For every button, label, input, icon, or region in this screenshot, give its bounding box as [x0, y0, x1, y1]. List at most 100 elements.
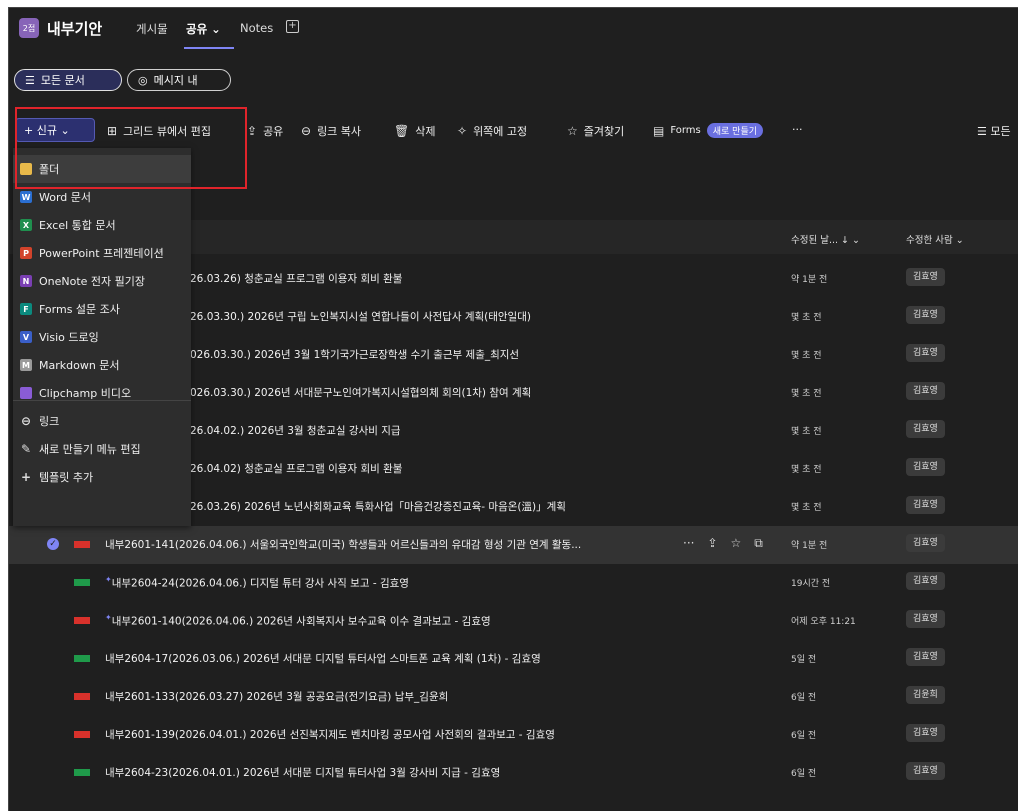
menu-item-markdown[interactable]: M Markdown 문서: [13, 351, 191, 379]
file-name[interactable]: 026.03.30.) 2026년 3월 1학기국가근로장학생 수기 출근부 제…: [190, 347, 519, 362]
file-name[interactable]: 26.04.02.) 2026년 3월 청춘교실 강사비 지급: [190, 423, 401, 438]
file-name-text: 내부2601-139(2026.04.01.) 2026년 선진복지제도 벤치마…: [105, 729, 555, 741]
file-type-icon: [74, 655, 90, 662]
share-label: 공유: [263, 125, 284, 138]
tab-posts[interactable]: 게시물: [136, 21, 168, 37]
file-name[interactable]: 26.03.26) 2026년 노년사회화교육 특화사업「마음건강증진교육- 마…: [190, 499, 566, 514]
modified-by-badge[interactable]: 김효영: [906, 344, 945, 362]
table-row[interactable]: ✦내부2601-140(2026.04.06.) 2026년 사회복지사 보수교…: [9, 602, 1018, 640]
menu-item-label: Visio 드로잉: [39, 331, 99, 344]
modified-by-badge[interactable]: 김효영: [906, 458, 945, 476]
more-icon[interactable]: ···: [683, 536, 694, 550]
file-name[interactable]: 26.03.30.) 2026년 구립 노인복지시설 연합나들이 사전답사 계획…: [190, 309, 531, 324]
tab-shared[interactable]: 공유 ⌄: [186, 21, 221, 37]
link-icon: ⊖: [301, 124, 312, 138]
table-row[interactable]: 내부2601-133(2026.03.27) 2026년 3월 공공요금(전기요…: [9, 678, 1018, 716]
link-icon: ⊖: [20, 414, 32, 428]
file-type-icon: [74, 693, 90, 700]
file-name-text: 26.04.02) 청춘교실 프로그램 이용자 회비 환불: [190, 463, 403, 475]
menu-item-link[interactable]: ⊖ 링크: [13, 407, 191, 435]
new-badge: 새로 만들기: [706, 123, 764, 138]
copy-link-button[interactable]: ⊖ 링크 복사: [301, 123, 361, 139]
more-button[interactable]: ···: [792, 123, 803, 136]
column-modified[interactable]: 수정된 날... ↓ ⌄: [791, 232, 860, 246]
file-name-text: 내부2604-23(2026.04.01.) 2026년 서대문 디지털 튜터사…: [105, 767, 501, 779]
file-name-text: 26.03.26) 청춘교실 프로그램 이용자 회비 환불: [190, 273, 403, 285]
modified-by-badge[interactable]: 김효영: [906, 534, 945, 552]
modified-time: 5일 전: [791, 655, 817, 665]
modified-time: 6일 전: [791, 731, 817, 741]
modified-by-badge[interactable]: 김효영: [906, 306, 945, 324]
copy-link-label: 링크 복사: [317, 125, 362, 138]
forms-button[interactable]: ▤ Forms 새로 만들기: [653, 123, 764, 138]
new-menu-dropdown: 폴더 W Word 문서 X Excel 통합 문서 P PowerPoint 프레젠테이션…: [13, 148, 191, 526]
modified-by-badge[interactable]: 김효영: [906, 648, 945, 666]
excel-icon: X: [20, 219, 32, 231]
menu-item-excel[interactable]: X Excel 통합 문서: [13, 211, 191, 239]
modified-by-badge[interactable]: 김효영: [906, 610, 945, 628]
modified-by-badge[interactable]: 김윤희: [906, 686, 945, 704]
table-row[interactable]: 내부2604-23(2026.04.01.) 2026년 서대문 디지털 튜터사…: [9, 754, 1018, 792]
add-tab-icon[interactable]: +: [286, 20, 299, 33]
selected-check-icon[interactable]: ✓: [47, 538, 59, 550]
active-tab-indicator: [184, 47, 234, 49]
file-name[interactable]: 내부2604-17(2026.03.06.) 2026년 서대문 디지털 튜터사…: [105, 651, 541, 666]
team-avatar: 2접: [19, 18, 39, 38]
modified-by-badge[interactable]: 김효영: [906, 382, 945, 400]
share-icon: ⇪: [247, 124, 258, 138]
share-button[interactable]: ⇪ 공유: [247, 123, 283, 139]
menu-item-clipchamp[interactable]: Clipchamp 비디오: [13, 379, 191, 407]
list-icon: ☰: [25, 73, 35, 87]
file-name[interactable]: 내부2601-139(2026.04.01.) 2026년 선진복지제도 벤치마…: [105, 727, 555, 742]
sharepoint-files-view: 2접 내부기안 게시물 공유 ⌄ Notes + ☰ 모든 문서 ◎ 메시지 내…: [8, 7, 1018, 811]
table-row[interactable]: 내부2601-139(2026.04.01.) 2026년 선진복지제도 벤치마…: [9, 716, 1018, 754]
menu-item-onenote[interactable]: N OneNote 전자 필기장: [13, 267, 191, 295]
file-name-text: 내부2604-17(2026.03.06.) 2026년 서대문 디지털 튜터사…: [105, 653, 541, 665]
modified-time: 몇 초 전: [791, 465, 822, 475]
menu-item-powerpoint[interactable]: P PowerPoint 프레젠테이션: [13, 239, 191, 267]
menu-item-label: OneNote 전자 필기장: [39, 275, 146, 288]
chat-icon: ◎: [138, 73, 148, 87]
modified-by-badge[interactable]: 김효영: [906, 420, 945, 438]
modified-by-badge[interactable]: 김효영: [906, 572, 945, 590]
modified-by-badge[interactable]: 김효영: [906, 724, 945, 742]
row-actions: ··· ⇪ ☆ ⧉: [683, 536, 776, 551]
forms-icon: F: [20, 303, 32, 315]
file-name[interactable]: ✦내부2601-140(2026.04.06.) 2026년 사회복지사 보수교…: [105, 613, 491, 629]
tab-notes[interactable]: Notes: [240, 21, 273, 35]
all-documents-pill[interactable]: ☰ 모든 문서: [14, 69, 122, 91]
file-type-icon: [74, 769, 90, 776]
pin-top-button[interactable]: ✧ 위쪽에 고정: [457, 123, 527, 139]
open-icon[interactable]: ⧉: [754, 536, 763, 550]
table-row[interactable]: 내부2604-17(2026.03.06.) 2026년 서대문 디지털 튜터사…: [9, 640, 1018, 678]
modified-by-badge[interactable]: 김효영: [906, 762, 945, 780]
favorite-button[interactable]: ☆ 즐겨찾기: [567, 123, 624, 139]
file-name[interactable]: ✦내부2604-24(2026.04.06.) 디지털 튜터 강사 사직 보고 …: [105, 575, 409, 591]
menu-item-plus[interactable]: + 템플릿 추가: [13, 463, 191, 491]
modified-time: 어제 오후 11:21: [791, 617, 856, 627]
file-name[interactable]: 26.03.26) 청춘교실 프로그램 이용자 회비 환불: [190, 271, 402, 286]
star-icon[interactable]: ☆: [731, 536, 742, 550]
modified-by-badge[interactable]: 김효영: [906, 268, 945, 286]
new-file-icon: ✦: [105, 575, 112, 584]
menu-item-edit[interactable]: ✎ 새로 만들기 메뉴 편집: [13, 435, 191, 463]
column-modified-by[interactable]: 수정한 사람 ⌄: [906, 232, 964, 246]
menu-item-forms[interactable]: F Forms 설문 조사: [13, 295, 191, 323]
menu-item-label: Clipchamp 비디오: [39, 387, 132, 400]
file-type-icon: [74, 579, 90, 586]
edit-icon: ✎: [20, 442, 32, 456]
table-row[interactable]: ✦내부2604-24(2026.04.06.) 디지털 튜터 강사 사직 보고 …: [9, 564, 1018, 602]
file-name[interactable]: 내부2604-23(2026.04.01.) 2026년 서대문 디지털 튜터사…: [105, 765, 500, 780]
share-icon[interactable]: ⇪: [707, 536, 717, 550]
table-row[interactable]: ✓ 내부2601-141(2026.04.06.) 서울외국인학교(미국) 학생들…: [9, 526, 1018, 564]
in-messages-pill[interactable]: ◎ 메시지 내: [127, 69, 231, 91]
menu-item-label: Markdown 문서: [39, 359, 120, 372]
file-name[interactable]: 026.03.30.) 2026년 서대문구노인여가복지시설협의체 회의(1차)…: [190, 385, 531, 400]
file-name[interactable]: 내부2601-133(2026.03.27) 2026년 3월 공공요금(전기요…: [105, 689, 448, 704]
file-name[interactable]: 26.04.02) 청춘교실 프로그램 이용자 회비 환불: [190, 461, 402, 476]
delete-button[interactable]: 🗑 삭제: [394, 123, 435, 139]
file-name[interactable]: 내부2601-141(2026.04.06.) 서울외국인학교(미국) 학생들과…: [105, 537, 581, 552]
view-selector[interactable]: ☰ 모든: [977, 123, 1011, 139]
modified-by-badge[interactable]: 김효영: [906, 496, 945, 514]
menu-item-visio[interactable]: V Visio 드로잉: [13, 323, 191, 351]
